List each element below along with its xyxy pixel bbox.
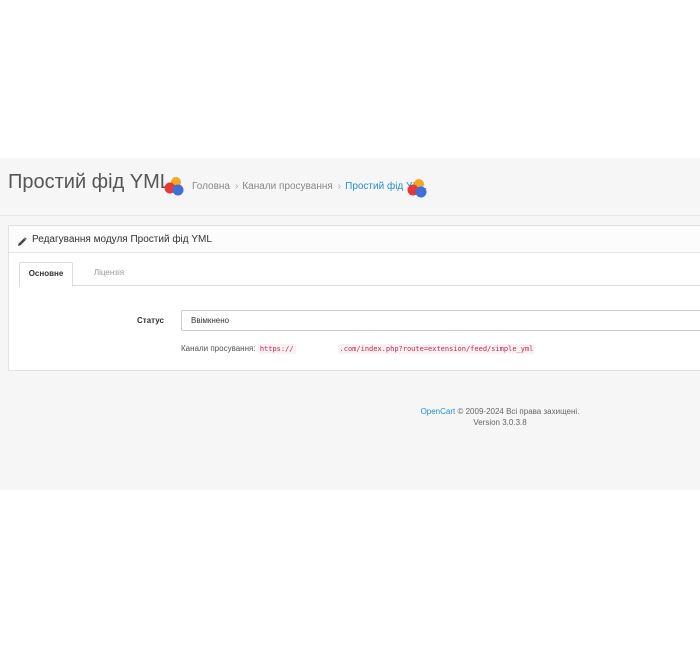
tab-bar: Основне Ліцензія [19, 262, 700, 287]
feed-link-label: Канали просування: [181, 344, 256, 353]
panel-heading: Редагування модуля Простий фід YML [9, 226, 700, 253]
admin-app: Простий фід YML Головна › Канали просуванн… [0, 158, 700, 490]
breadcrumb-promotion-channels[interactable]: Канали просування [242, 181, 332, 192]
pencil-icon [17, 234, 27, 246]
opencart-link[interactable]: OpenCart [421, 407, 456, 416]
breadcrumb-home[interactable]: Головна [192, 181, 230, 192]
feed-url-start: https:// [257, 344, 296, 354]
tab-license[interactable]: Ліцензія [83, 262, 135, 286]
footer: OpenCart © 2009-2024 Всі права захищені.… [300, 406, 700, 428]
page-title: Простий фід YML [8, 171, 171, 193]
version-text: Version 3.0.3.8 [473, 418, 527, 427]
status-label: Статус [137, 316, 164, 325]
status-select[interactable]: Ввімкнено [181, 310, 700, 331]
breadcrumb: Головна › Канали просування › Простий фід YM… [192, 181, 427, 192]
tab-general[interactable]: Основне [19, 262, 73, 287]
opencart-logo-icon [406, 178, 428, 198]
footer-copyright-line: OpenCart © 2009-2024 Всі права захищені. [300, 406, 700, 417]
feed-link-help: Канали просування: https:// .com/index.ph… [181, 344, 536, 354]
page-header: Простий фід YML Головна › Канали просуванн… [0, 158, 700, 216]
opencart-logo-icon [163, 176, 185, 196]
breadcrumb-separator: › [235, 181, 239, 192]
feed-url-end: .com/index.php?route=extension/feed/simp… [337, 344, 536, 354]
copyright-text: © 2009-2024 Всі права захищені. [457, 407, 580, 416]
panel-title: Редагування модуля Простий фід YML [32, 234, 212, 245]
breadcrumb-separator: › [337, 181, 342, 192]
edit-module-panel: Редагування модуля Простий фід YML Основ… [8, 225, 700, 371]
